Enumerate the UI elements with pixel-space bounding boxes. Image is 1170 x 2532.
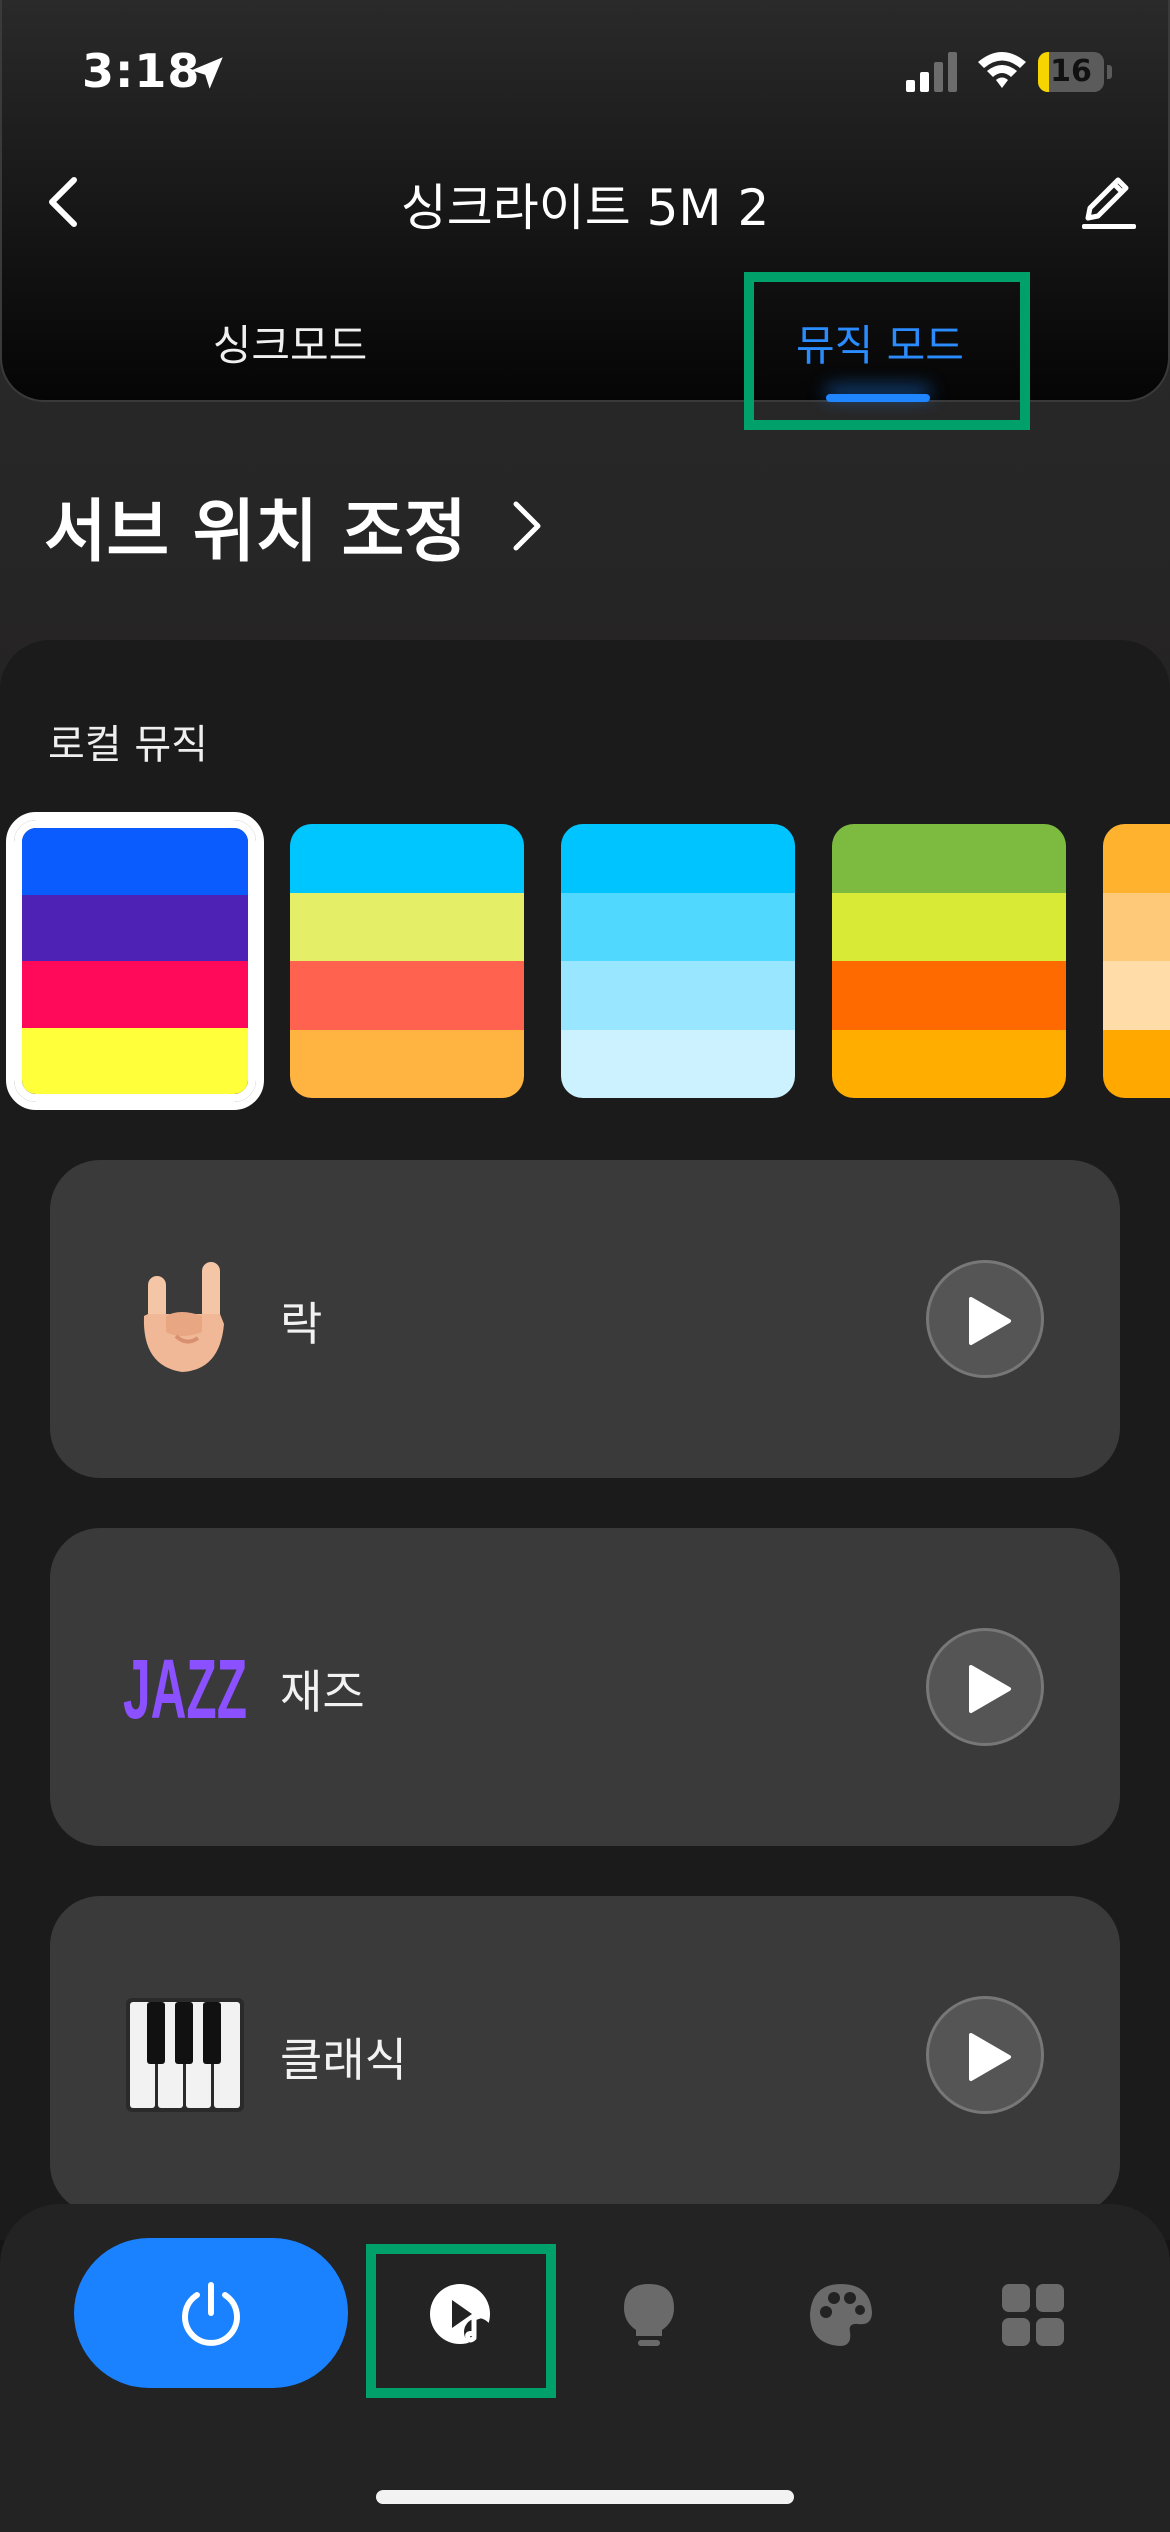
palette-color-band <box>1103 892 1170 961</box>
music-item-label: 클래식 <box>280 2033 407 2087</box>
edit-pencil-icon[interactable] <box>1078 168 1138 230</box>
status-time: 3:18 <box>82 44 201 98</box>
tab-sync-mode[interactable]: 싱크모드 <box>150 312 430 372</box>
music-item-rock[interactable]: 락 <box>50 1160 1120 1478</box>
palette-color-band <box>561 892 795 961</box>
palette-color-band <box>290 961 524 1030</box>
palette-option[interactable] <box>832 824 1066 1098</box>
palette-color-band <box>22 1027 248 1094</box>
palette-color-band <box>290 1029 524 1098</box>
cellular-signal-icon <box>906 52 957 92</box>
local-music-label: 로컬 뮤직 <box>48 722 208 768</box>
svg-text:JAZZ: JAZZ <box>123 1642 247 1736</box>
piano-keys-icon <box>126 1998 244 2112</box>
home-indicator <box>376 2490 794 2504</box>
play-button[interactable] <box>926 1996 1044 2114</box>
back-chevron-icon[interactable] <box>40 170 90 234</box>
palette-color-band <box>22 894 248 961</box>
play-icon <box>969 1297 1011 1345</box>
bulb-icon[interactable] <box>612 2278 686 2352</box>
play-icon <box>969 2033 1011 2081</box>
wifi-icon <box>978 52 1026 88</box>
palette-color-band <box>561 1029 795 1098</box>
palette-option[interactable] <box>6 812 264 1110</box>
palette-color-band <box>832 892 1066 961</box>
music-item-classic[interactable]: 클래식 <box>50 1896 1120 2214</box>
highlight-box-music-tab <box>744 272 1030 430</box>
palette-color-band <box>22 828 248 895</box>
battery-indicator: 16 <box>1038 52 1112 92</box>
palette-icon[interactable] <box>804 2278 878 2352</box>
play-button[interactable] <box>926 1628 1044 1746</box>
palette-color-band <box>1103 961 1170 1030</box>
palette-color-band <box>832 1029 1066 1098</box>
power-button[interactable] <box>74 2238 348 2388</box>
palette-option[interactable] <box>1103 824 1170 1098</box>
palette-color-band <box>1103 1029 1170 1098</box>
palette-color-band <box>1103 824 1170 893</box>
play-icon <box>969 1665 1011 1713</box>
palette-color-band <box>290 824 524 893</box>
chevron-right-icon[interactable] <box>506 496 546 556</box>
palette-color-band <box>22 961 248 1028</box>
grid-icon[interactable] <box>996 2278 1070 2352</box>
palette-color-band <box>290 892 524 961</box>
highlight-box-music-nav <box>366 2244 556 2398</box>
music-item-jazz[interactable]: JAZZ 재즈 <box>50 1528 1120 1846</box>
palette-option[interactable] <box>290 824 524 1098</box>
screen: 3:18 16 싱크라이트 5M 2 싱크모드 뮤직 모드 서브 위치 조정 로… <box>0 0 1170 2532</box>
battery-level: 16 <box>1050 54 1092 89</box>
power-icon <box>182 2282 240 2346</box>
sub-position-title[interactable]: 서브 위치 조정 <box>44 476 467 575</box>
rock-hand-icon <box>143 1262 224 1372</box>
jazz-icon: JAZZ <box>123 1642 247 1736</box>
palette-color-band <box>561 824 795 893</box>
page-title: 싱크라이트 5M 2 <box>400 179 770 237</box>
palette-color-band <box>832 824 1066 893</box>
palette-color-band <box>561 961 795 1030</box>
palette-color-band <box>832 961 1066 1030</box>
palette-option[interactable] <box>561 824 795 1098</box>
music-item-label: 락 <box>280 1297 323 1351</box>
music-item-label: 재즈 <box>280 1665 365 1719</box>
play-button[interactable] <box>926 1260 1044 1378</box>
location-arrow-icon <box>191 57 223 89</box>
